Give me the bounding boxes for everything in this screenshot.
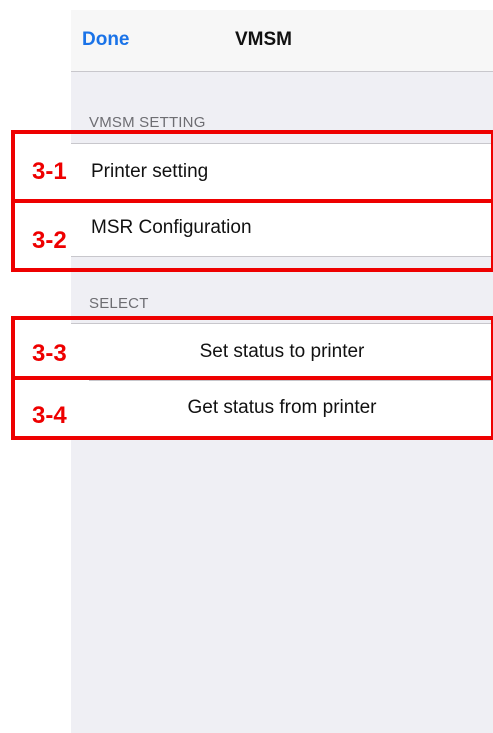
- navigation-bar: Done VMSM: [71, 10, 493, 72]
- annotation-label-3-3: 3-3: [32, 340, 67, 367]
- msr-configuration-label: MSR Configuration: [91, 217, 252, 238]
- get-status-from-printer-cell[interactable]: Get status from printer: [71, 380, 493, 436]
- done-button[interactable]: Done: [82, 29, 130, 51]
- printer-setting-label: Printer setting: [91, 161, 209, 182]
- set-status-to-printer-cell[interactable]: Set status to printer: [71, 324, 493, 380]
- select-group: Set status to printer Get status from pr…: [71, 323, 493, 437]
- printer-setting-cell[interactable]: Printer setting: [71, 144, 493, 200]
- settings-screen: Done VMSM VMSM SETTING Printer setting M…: [71, 10, 493, 733]
- msr-configuration-cell[interactable]: MSR Configuration: [71, 200, 493, 256]
- vmsm-setting-group: Printer setting MSR Configuration: [71, 143, 493, 257]
- section-header-select: SELECT: [89, 295, 149, 312]
- annotation-label-3-4: 3-4: [32, 402, 67, 429]
- annotation-label-3-1: 3-1: [32, 158, 67, 185]
- get-status-from-printer-label: Get status from printer: [187, 397, 377, 418]
- set-status-to-printer-label: Set status to printer: [199, 341, 365, 362]
- page-title: VMSM: [235, 29, 292, 50]
- annotation-label-3-2: 3-2: [32, 227, 67, 254]
- section-header-vmsm-setting: VMSM SETTING: [89, 114, 206, 131]
